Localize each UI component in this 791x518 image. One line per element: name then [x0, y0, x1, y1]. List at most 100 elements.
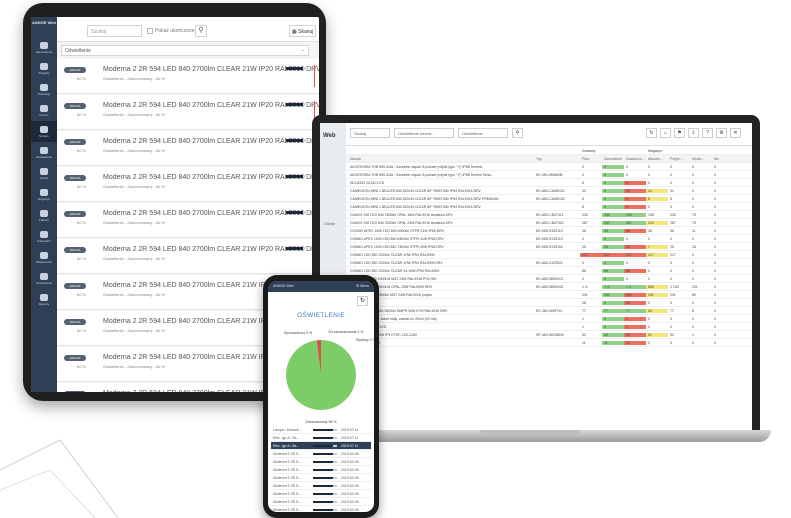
list-item[interactable]: 2019.0480 %Moderna 2 2R 594 LED 840 2700… [57, 239, 319, 274]
table-row[interactable]: CAMELEON MINI 1 BELLES 840 820LM CLEAR 6… [346, 187, 752, 195]
category-select[interactable]: Oświetlenie ⌄ [61, 45, 309, 56]
sidebar-item-1[interactable]: Zamówienia [31, 37, 57, 58]
sidebar-item-8[interactable]: Magazyn [31, 184, 57, 205]
list-item[interactable]: 2019.0480 %Moderna 2 2R 594 LED 840 2700… [57, 95, 319, 130]
table-row[interactable]: AKCESORIA THB 89S ASA - Szczelne złącze … [346, 171, 752, 179]
table-row[interactable]: FLOOR LED 840 2500LM MAT 24W RAL9016 POL… [346, 275, 752, 283]
table-row[interactable]: FLOOR LED 840 2600lm MAT 24W RAL9016 pol… [346, 291, 752, 299]
column-header[interactable]: Plan. [580, 157, 602, 161]
date-badge: 2019.04 [64, 103, 86, 109]
settings-button[interactable]: ⚙ [716, 128, 727, 138]
column-header[interactable]: Przyje... [668, 157, 690, 161]
filter-select-2[interactable]: Oświetlenie [458, 128, 508, 138]
bell-button[interactable]: ⚑ [674, 128, 685, 138]
list-item[interactable]: Moderna 2 2R 5... 2019.04.08 [271, 466, 371, 474]
table-row[interactable]: Listwa montażowa, kabel biały, zaciski c… [346, 315, 752, 323]
column-header[interactable]: Na [712, 157, 734, 161]
table-row[interactable]: CO5MO APEX 1000 LED 840 7300lm STPR 49W … [346, 243, 752, 251]
sidebar-item-13[interactable]: Raporty [31, 289, 57, 310]
list-item[interactable]: 2019.0480 %Moderna 2 2R 594 LED 840 2700… [57, 59, 319, 94]
list-item[interactable]: Moderna 2 2R 5... 2019.04.08 [271, 490, 371, 498]
cell-name: AKCESORIA THB 89S ASA - Szczelne złącze … [350, 164, 483, 169]
cell-value: 36 [624, 228, 646, 233]
sidebar-item-12[interactable]: Ostrzeżenia [31, 268, 57, 289]
cell-type: EK-050-9508408 [536, 172, 563, 177]
cell-value: 0 [692, 172, 694, 177]
sidebar-item-10[interactable]: Kalendarz [31, 226, 57, 247]
scan-button-label: Skanuj [298, 29, 314, 35]
cell-value: 0 [648, 204, 650, 209]
search-button[interactable]: ⚲ [512, 128, 523, 138]
table-row[interactable]: AKCESORIA THB 89S ASA - Szczelne złącze … [346, 163, 752, 171]
cell-value: 77 [582, 308, 586, 313]
list-item[interactable]: Lampa / Zamont... 2019.07.11 [271, 426, 371, 434]
sidebar-item-9[interactable]: Faktury [31, 205, 57, 226]
cell-value: 0 [714, 284, 716, 289]
search-button[interactable]: ⚲ [195, 25, 207, 37]
sidebar-item-7[interactable]: Urzad [31, 163, 57, 184]
list-item[interactable]: Moderna 2 2R 5... 2019.04.08 [271, 506, 371, 512]
list-item[interactable]: Moderna 2 2R 5... 2019.04.08 [271, 458, 371, 466]
table-row[interactable]: CO5MO APEX 1000 LED 840 6300lm STPR 41W … [346, 235, 752, 243]
column-header[interactable]: Nazwa [346, 157, 536, 161]
table-row[interactable]: CAMELEON MINI 1 BELLES 840 820LM CLEAR 6… [346, 195, 752, 203]
sidebar-item-11[interactable]: Wiadomości [31, 247, 57, 268]
list-item[interactable]: 2019.0480 %Moderna 2 2R 594 LED 840 2700… [57, 131, 319, 166]
table-row[interactable]: COSMO APEX 1000 LED 840 4000lm STPR 21W … [346, 227, 752, 235]
cell-value: 0 [692, 276, 694, 281]
filter-select-1[interactable]: Oświetlenie wewnt... [394, 128, 454, 138]
warehouse-icon [40, 188, 48, 196]
search-input[interactable]: Szukaj [350, 128, 390, 138]
column-header[interactable]: Aktualn... [646, 157, 668, 161]
table-row[interactable]: CANOS 190 LED 840 2000lm OPAL 24W RAL901… [346, 219, 752, 227]
table-row[interactable]: LED PANEL LED 840 3600lm DMPR 30W IP20 R… [346, 307, 752, 315]
menu-button[interactable]: ☰ Menu [356, 284, 369, 288]
cell-value: 0 [582, 172, 584, 177]
scan-button[interactable]: ▦ Skanuj [289, 25, 316, 37]
list-item[interactable]: Moderna 2 2R 5... 2019.04.08 [271, 498, 371, 506]
table-row[interactable]: CO5MO LED 830 1000lm CLEAR 10W IP54 RAL9… [346, 259, 752, 267]
table-row[interactable]: OPAL 9W E27 LED1111110000 [346, 339, 752, 347]
column-header[interactable]: Typ [536, 157, 580, 161]
refresh-button[interactable]: ↻ [646, 128, 657, 138]
sidebar-item-5[interactable]: System [31, 121, 57, 142]
column-header[interactable]: Wyda... [690, 157, 712, 161]
bell-icon: ⚑ [677, 130, 682, 136]
table-row[interactable]: LED PANEL 4W280280000 [346, 299, 752, 307]
list-item[interactable]: Moderna 2 2R 5... 2019.04.08 [271, 474, 371, 482]
cell-value: 0 [670, 172, 672, 177]
show-completed-checkbox[interactable] [147, 28, 153, 34]
list-item[interactable]: Moderna 2 2R 5... 2019.04.08 [271, 482, 371, 490]
sidebar-item-4[interactable]: Pomoc [31, 100, 57, 121]
table-row[interactable]: MINI LED 4W E27 LED1010000 [346, 323, 752, 331]
cell-value: 25 [582, 244, 586, 249]
sidebar-item-6[interactable]: Zestawienia [31, 142, 57, 163]
progress-percent: 80 % [77, 292, 87, 297]
list-item[interactable]: Moderna 2 2R 5... 2019.04.08 [271, 450, 371, 458]
list-item[interactable]: 2019.0480 %Moderna 2 2R 594 LED 840 2700… [57, 167, 319, 202]
table-row[interactable]: CAMELEON MINI 1 BELLES 840 820LM CLEAR 6… [346, 203, 752, 211]
sidebar-item-2[interactable]: Projekty [31, 58, 57, 79]
column-header[interactable]: Zamówione [602, 157, 624, 161]
list-item[interactable]: 2019.0480 %Moderna 2 2R 594 LED 840 2700… [57, 203, 319, 238]
table-row[interactable]: ISO-6334 GL510 LED 6 0 6 0 0 0 0 [346, 179, 752, 187]
home-button[interactable]: ⌂ [660, 128, 671, 138]
list-item[interactable]: Elec. typ A / Za... 2019.07.11 [271, 434, 371, 442]
download-button[interactable]: ⇩ [688, 128, 699, 138]
sidebar-item-3[interactable]: Przetargi [31, 79, 57, 100]
refresh-button[interactable]: ↻ [357, 296, 368, 306]
cell-value: 0 [670, 180, 672, 185]
status-marker [314, 65, 315, 87]
table-row[interactable]: FLOOR LED 840 2500LM OPAL 23W RAL9005 DR… [346, 283, 752, 291]
progress-percent: 80 % [77, 328, 87, 333]
table-row[interactable]: CO5MO LED 830 1000lm CLEAR 45 10W IP54 R… [346, 267, 752, 275]
cell-type: EK-H50-5152110 [536, 228, 563, 233]
list-item[interactable]: Elec. typ A / Za... 2019.07.11 [271, 442, 371, 450]
help-button[interactable]: ? [702, 128, 713, 138]
search-input[interactable]: Szukaj [87, 25, 142, 37]
table-row[interactable]: CO5MO LED 830 1000lm CLEAR 10W IP54 RAL9… [346, 251, 752, 259]
table-row[interactable]: ORINO LED 840 40W IP4 ETRC 220-240V SP-45… [346, 331, 752, 339]
column-header[interactable]: Dostarczo... [624, 157, 646, 161]
close-button[interactable]: ✕ [730, 128, 741, 138]
table-row[interactable]: CANOS 190 LED 840 1600lm OPAL 16W RAL901… [346, 211, 752, 219]
